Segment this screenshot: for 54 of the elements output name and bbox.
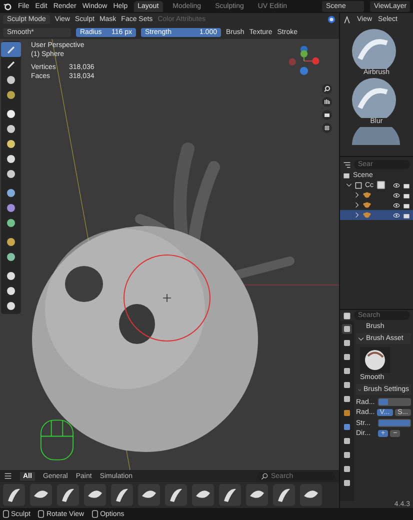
brush-thumbnail[interactable]: [84, 484, 106, 506]
brush-thumbnail[interactable]: [246, 484, 268, 506]
properties-tab-icon[interactable]: [342, 338, 352, 348]
properties-tab-icon[interactable]: [342, 450, 352, 460]
properties-tab-icon[interactable]: [342, 394, 352, 404]
mouse-icon: [38, 510, 44, 518]
camera-icon[interactable]: [322, 110, 332, 120]
properties-tab-icon[interactable]: [342, 422, 352, 432]
outliner-row[interactable]: [340, 210, 413, 220]
brush-thumbnail[interactable]: [192, 484, 214, 506]
overlay-icon[interactable]: [327, 15, 336, 24]
brush-thumbnail[interactable]: [273, 484, 295, 506]
brush-thumbnail[interactable]: [57, 484, 79, 506]
properties-tab-icon[interactable]: [342, 366, 352, 376]
monkey-icon: [363, 201, 371, 209]
properties-tab-icon[interactable]: [342, 380, 352, 390]
properties-tab-icon[interactable]: [342, 352, 352, 362]
collection-icon: [355, 182, 362, 188]
brush-thumbnail[interactable]: [138, 484, 160, 506]
brush-thumbnail[interactable]: [3, 484, 25, 506]
properties-tab-icon[interactable]: [342, 464, 352, 474]
logo-icon[interactable]: [3, 2, 12, 11]
brush-preview-thumbnail[interactable]: [352, 127, 402, 145]
brush-thumbnail[interactable]: [30, 484, 52, 506]
brush-thumbnail[interactable]: [219, 484, 241, 506]
search-icon: [261, 472, 268, 480]
monkey-icon: [363, 211, 371, 219]
properties-tab-icon[interactable]: [342, 408, 352, 418]
properties-tab-icon[interactable]: [342, 436, 352, 446]
menu-icon[interactable]: [4, 472, 12, 480]
editor-type-icon[interactable]: [343, 16, 351, 24]
mouse-icon: [92, 510, 98, 518]
properties-tab-icon[interactable]: [342, 478, 352, 488]
eye-icon[interactable]: [393, 182, 400, 188]
mouse-icon: [40, 419, 74, 461]
zoom-icon[interactable]: [322, 84, 332, 94]
filter-icon[interactable]: [343, 160, 351, 168]
brush-asset-thumbnail[interactable]: [360, 347, 390, 373]
grid-icon[interactable]: [322, 123, 332, 133]
eye-icon[interactable]: [393, 212, 400, 218]
properties-tab-icon[interactable]: [342, 324, 352, 334]
brush-thumbnail[interactable]: [165, 484, 187, 506]
chevron-icon[interactable]: [346, 182, 352, 188]
scene-icon: [343, 172, 350, 178]
eye-icon[interactable]: [393, 192, 400, 198]
brush-thumbnail[interactable]: [111, 484, 133, 506]
checkbox[interactable]: [376, 181, 385, 189]
brush-thumbnail[interactable]: [300, 484, 322, 506]
monkey-icon: [363, 191, 371, 199]
editor-type-icon[interactable]: [343, 312, 351, 320]
mouse-icon: [3, 510, 9, 518]
eye-icon[interactable]: [393, 202, 400, 208]
slider[interactable]: [378, 398, 411, 406]
chevron-icon: [358, 336, 364, 342]
